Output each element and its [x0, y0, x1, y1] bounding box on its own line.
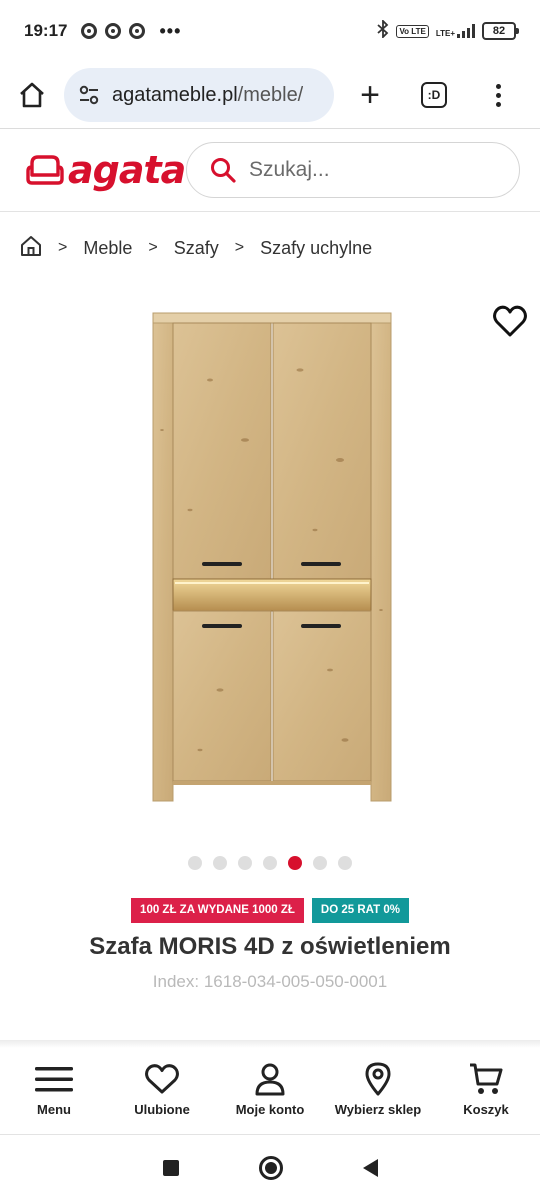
- more-notifications-icon: •••: [159, 20, 182, 41]
- location-pin-icon: [358, 1062, 398, 1096]
- carousel-dot[interactable]: [338, 856, 352, 870]
- network-type-label: LTE+: [435, 29, 455, 38]
- new-tab-button[interactable]: +: [338, 76, 402, 115]
- status-indicators: Vo LTE LTE+ 82: [377, 18, 519, 43]
- product-index: Index: 1618-034-005-050-0001: [152, 972, 388, 991]
- search-icon: [211, 158, 236, 183]
- carousel-dot[interactable]: [313, 856, 327, 870]
- carousel-dot[interactable]: [263, 856, 277, 870]
- carousel-dot[interactable]: [188, 856, 202, 870]
- chrome-notification-icon: [105, 23, 122, 39]
- user-icon: [250, 1062, 290, 1096]
- cart-icon: [466, 1062, 506, 1096]
- home-icon: [20, 82, 44, 108]
- more-vert-icon: [495, 83, 501, 89]
- nav-menu[interactable]: Menu: [0, 1048, 108, 1134]
- volte-icon: Vo LTE: [396, 24, 429, 38]
- nav-store[interactable]: Wybierz sklep: [324, 1048, 432, 1134]
- search-input[interactable]: Szukaj...: [186, 142, 520, 198]
- add-to-favorites-button[interactable]: [492, 304, 528, 338]
- tab-count: :D: [421, 82, 447, 108]
- url-text[interactable]: agatameble.pl/meble/: [112, 84, 303, 107]
- breadcrumb-home[interactable]: [20, 235, 42, 262]
- url-host: agatameble.pl: [112, 83, 238, 106]
- hamburger-menu-icon: [34, 1062, 74, 1096]
- product-title: Szafa MORIS 4D z oświetleniem: [89, 933, 451, 960]
- signal-icon: [457, 24, 475, 38]
- nav-label: Koszyk: [463, 1102, 509, 1117]
- nav-favorites[interactable]: Ulubione: [108, 1048, 216, 1134]
- browser-toolbar: agatameble.pl/meble/ + :D: [0, 62, 540, 128]
- chrome-notification-icon: [129, 23, 146, 39]
- site-header: agata Szukaj...: [0, 129, 540, 211]
- agata-logo[interactable]: agata: [26, 148, 186, 192]
- sofa-logo-icon: [26, 155, 64, 185]
- installments-badge[interactable]: DO 25 RAT 0%: [311, 898, 409, 923]
- product-image[interactable]: [150, 310, 394, 804]
- nav-label: Wybierz sklep: [334, 1102, 422, 1117]
- bluetooth-icon: [377, 18, 389, 43]
- breadcrumb-item[interactable]: Szafy: [174, 238, 219, 259]
- divider: [0, 1040, 540, 1048]
- chrome-notification-icon: [81, 23, 98, 39]
- recent-apps-button[interactable]: [162, 1159, 179, 1176]
- breadcrumb: > Meble > Szafy > Szafy uchylne: [20, 228, 372, 268]
- heart-icon: [493, 305, 527, 337]
- chevron-right-icon: >: [234, 239, 245, 256]
- chevron-right-icon: >: [58, 239, 68, 256]
- status-time: 19:17: [24, 21, 68, 40]
- nav-account[interactable]: Moje konto: [216, 1048, 324, 1134]
- carousel-dot[interactable]: [238, 856, 252, 870]
- image-carousel-dots: [0, 856, 540, 870]
- bottom-nav: Menu Ulubione Moje konto Wybierz sklep K…: [0, 1048, 540, 1134]
- search-placeholder: Szukaj...: [249, 158, 330, 181]
- address-bar[interactable]: agatameble.pl/meble/: [64, 68, 334, 122]
- carousel-dot[interactable]: [288, 856, 302, 870]
- divider: [0, 211, 540, 212]
- logo-text: agata: [68, 148, 186, 192]
- system-nav-bar: [0, 1135, 540, 1200]
- breadcrumb-item[interactable]: Meble: [83, 238, 132, 259]
- browser-menu-button[interactable]: [466, 83, 530, 107]
- notification-icons: [81, 23, 146, 39]
- heart-icon: [142, 1062, 182, 1096]
- home-icon: [21, 235, 41, 256]
- home-button[interactable]: [0, 67, 64, 123]
- chevron-right-icon: >: [148, 239, 158, 256]
- carousel-dot[interactable]: [213, 856, 227, 870]
- promo-badge[interactable]: 100 ZŁ ZA WYDANE 1000 ZŁ: [131, 898, 304, 923]
- nav-label: Moje konto: [235, 1102, 305, 1117]
- nav-label: Ulubione: [134, 1102, 190, 1117]
- battery-icon: 82: [482, 22, 519, 40]
- nav-cart[interactable]: Koszyk: [432, 1048, 540, 1134]
- tab-switcher-button[interactable]: :D: [402, 82, 466, 108]
- url-path: /meble/: [237, 83, 304, 106]
- home-system-button[interactable]: [258, 1155, 283, 1180]
- back-button[interactable]: [362, 1158, 378, 1177]
- status-bar: 19:17 ••• Vo LTE LTE+ 82: [0, 0, 540, 62]
- plus-icon: +: [360, 75, 380, 114]
- breadcrumb-item[interactable]: Szafy uchylne: [260, 238, 372, 259]
- site-settings-icon[interactable]: [78, 84, 100, 106]
- battery-level: 82: [492, 25, 506, 37]
- nav-label: Menu: [37, 1102, 71, 1117]
- promo-badges: 100 ZŁ ZA WYDANE 1000 ZŁ DO 25 RAT 0%: [0, 898, 540, 923]
